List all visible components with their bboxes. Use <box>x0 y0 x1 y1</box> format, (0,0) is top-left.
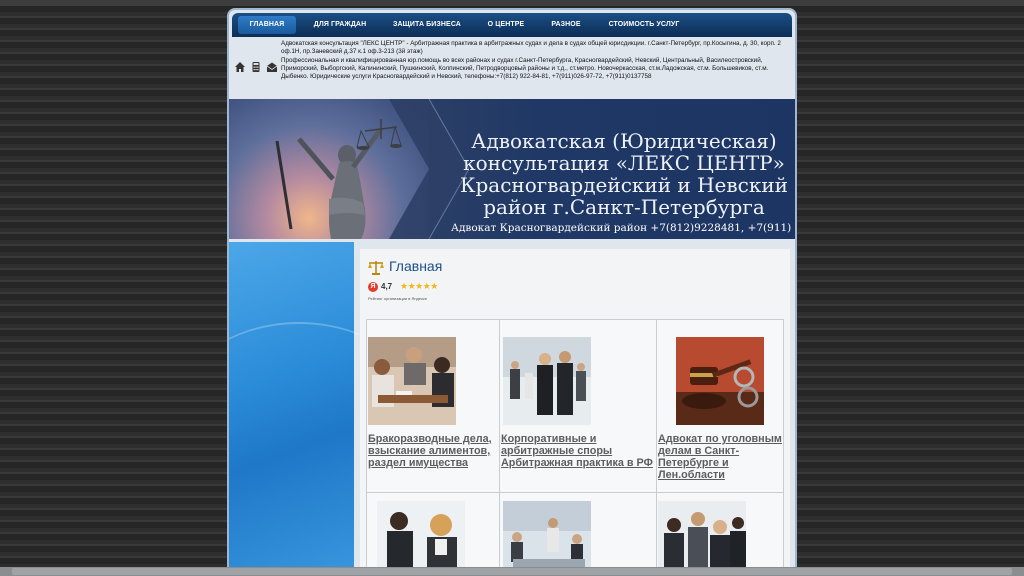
themis-statue-image <box>275 119 402 239</box>
banner-title-line-4: район г.Санкт-Петербурга <box>483 195 765 219</box>
mail-icon[interactable] <box>266 61 278 73</box>
nav-item-about[interactable]: О ЦЕНТРЕ <box>477 13 535 37</box>
gavel-handcuffs-photo[interactable] <box>676 337 764 425</box>
home-icon[interactable] <box>234 61 246 73</box>
left-sidebar <box>229 242 429 576</box>
main-navigation: ГЛАВНАЯ ДЛЯ ГРАЖДАН ЗАЩИТА БИЗНЕСА О ЦЕН… <box>232 13 792 37</box>
header-icons <box>234 61 280 75</box>
meeting-photo[interactable] <box>503 501 591 576</box>
team-photo[interactable] <box>658 501 746 576</box>
nav-item-prices[interactable]: СТОИМОСТЬ УСЛУГ <box>598 13 690 37</box>
page-container: ГЛАВНАЯ ДЛЯ ГРАЖДАН ЗАЩИТА БИЗНЕСА О ЦЕН… <box>227 8 797 576</box>
yandex-rating-widget[interactable]: Я 4,7 ★★★★★ Рейтинг организации в Яндекс… <box>368 281 448 308</box>
contact-address: Адвокатская консультация "ЛЕКС ЦЕНТР" - … <box>281 40 781 56</box>
scales-icon <box>368 261 384 275</box>
service-card-6[interactable] <box>656 492 784 576</box>
service-card-criminal[interactable]: Адвокат по уголовным делам в Санкт-Петер… <box>656 319 784 493</box>
contact-services: Профессиональная и квалифицированная юр.… <box>281 56 769 81</box>
service-card-divorce[interactable]: Бракоразводные дела, взыскание алиментов… <box>366 319 500 493</box>
banner-title-line-1: Адвокатская (Юридическая) <box>471 129 777 153</box>
service-link-criminal[interactable]: Адвокат по уголовным делам в Санкт-Петер… <box>658 433 782 481</box>
service-card-corporate[interactable]: Корпоративные и арбитражные споры Арбитр… <box>499 319 657 493</box>
banner-chevron <box>389 99 469 239</box>
hero-banner: Адвокатская (Юридическая) консультация «… <box>229 99 795 239</box>
banner-title-line-2: консультация «ЛЕКС ЦЕНТР» <box>463 151 785 175</box>
rating-stars: ★★★★★ <box>400 281 438 291</box>
calculator-icon[interactable] <box>250 61 262 73</box>
horizontal-scrollbar[interactable] <box>0 567 1024 576</box>
top-strip <box>0 0 1024 6</box>
scrollbar-thumb[interactable] <box>12 568 1012 575</box>
divorce-photo[interactable] <box>368 337 456 425</box>
nav-item-misc[interactable]: РАЗНОЕ <box>543 13 589 37</box>
service-card-5[interactable] <box>499 492 657 576</box>
nav-item-business[interactable]: ЗАЩИТА БИЗНЕСА <box>386 13 468 37</box>
lawyer-woman-photo[interactable] <box>377 501 465 576</box>
service-link-corporate[interactable]: Корпоративные и арбитражные споры Арбитр… <box>501 433 655 469</box>
banner-title-line-3: Красногвардейский и Невский <box>459 173 789 197</box>
service-card-4[interactable] <box>366 492 500 576</box>
rating-caption: Рейтинг организации в Яндексе <box>368 296 428 301</box>
main-content: Главная Я 4,7 ★★★★★ Рейтинг организации … <box>359 248 791 576</box>
banner-phone: Адвокат Красногвардейский район +7(812)9… <box>451 222 795 234</box>
page-title: Главная <box>389 258 443 274</box>
contact-text: Адвокатская консультация "ЛЕКС ЦЕНТР" - … <box>281 40 791 81</box>
services-grid: Бракоразводные дела, взыскание алиментов… <box>366 319 786 576</box>
contact-info: Адвокатская консультация "ЛЕКС ЦЕНТР" - … <box>232 39 794 97</box>
rating-value: 4,7 <box>381 282 393 291</box>
nav-item-citizens[interactable]: ДЛЯ ГРАЖДАН <box>304 13 376 37</box>
yandex-logo-icon: Я <box>368 282 378 292</box>
service-link-divorce[interactable]: Бракоразводные дела, взыскание алиментов… <box>368 433 498 469</box>
corporate-photo[interactable] <box>503 337 591 425</box>
nav-item-home[interactable]: ГЛАВНАЯ <box>238 16 296 34</box>
